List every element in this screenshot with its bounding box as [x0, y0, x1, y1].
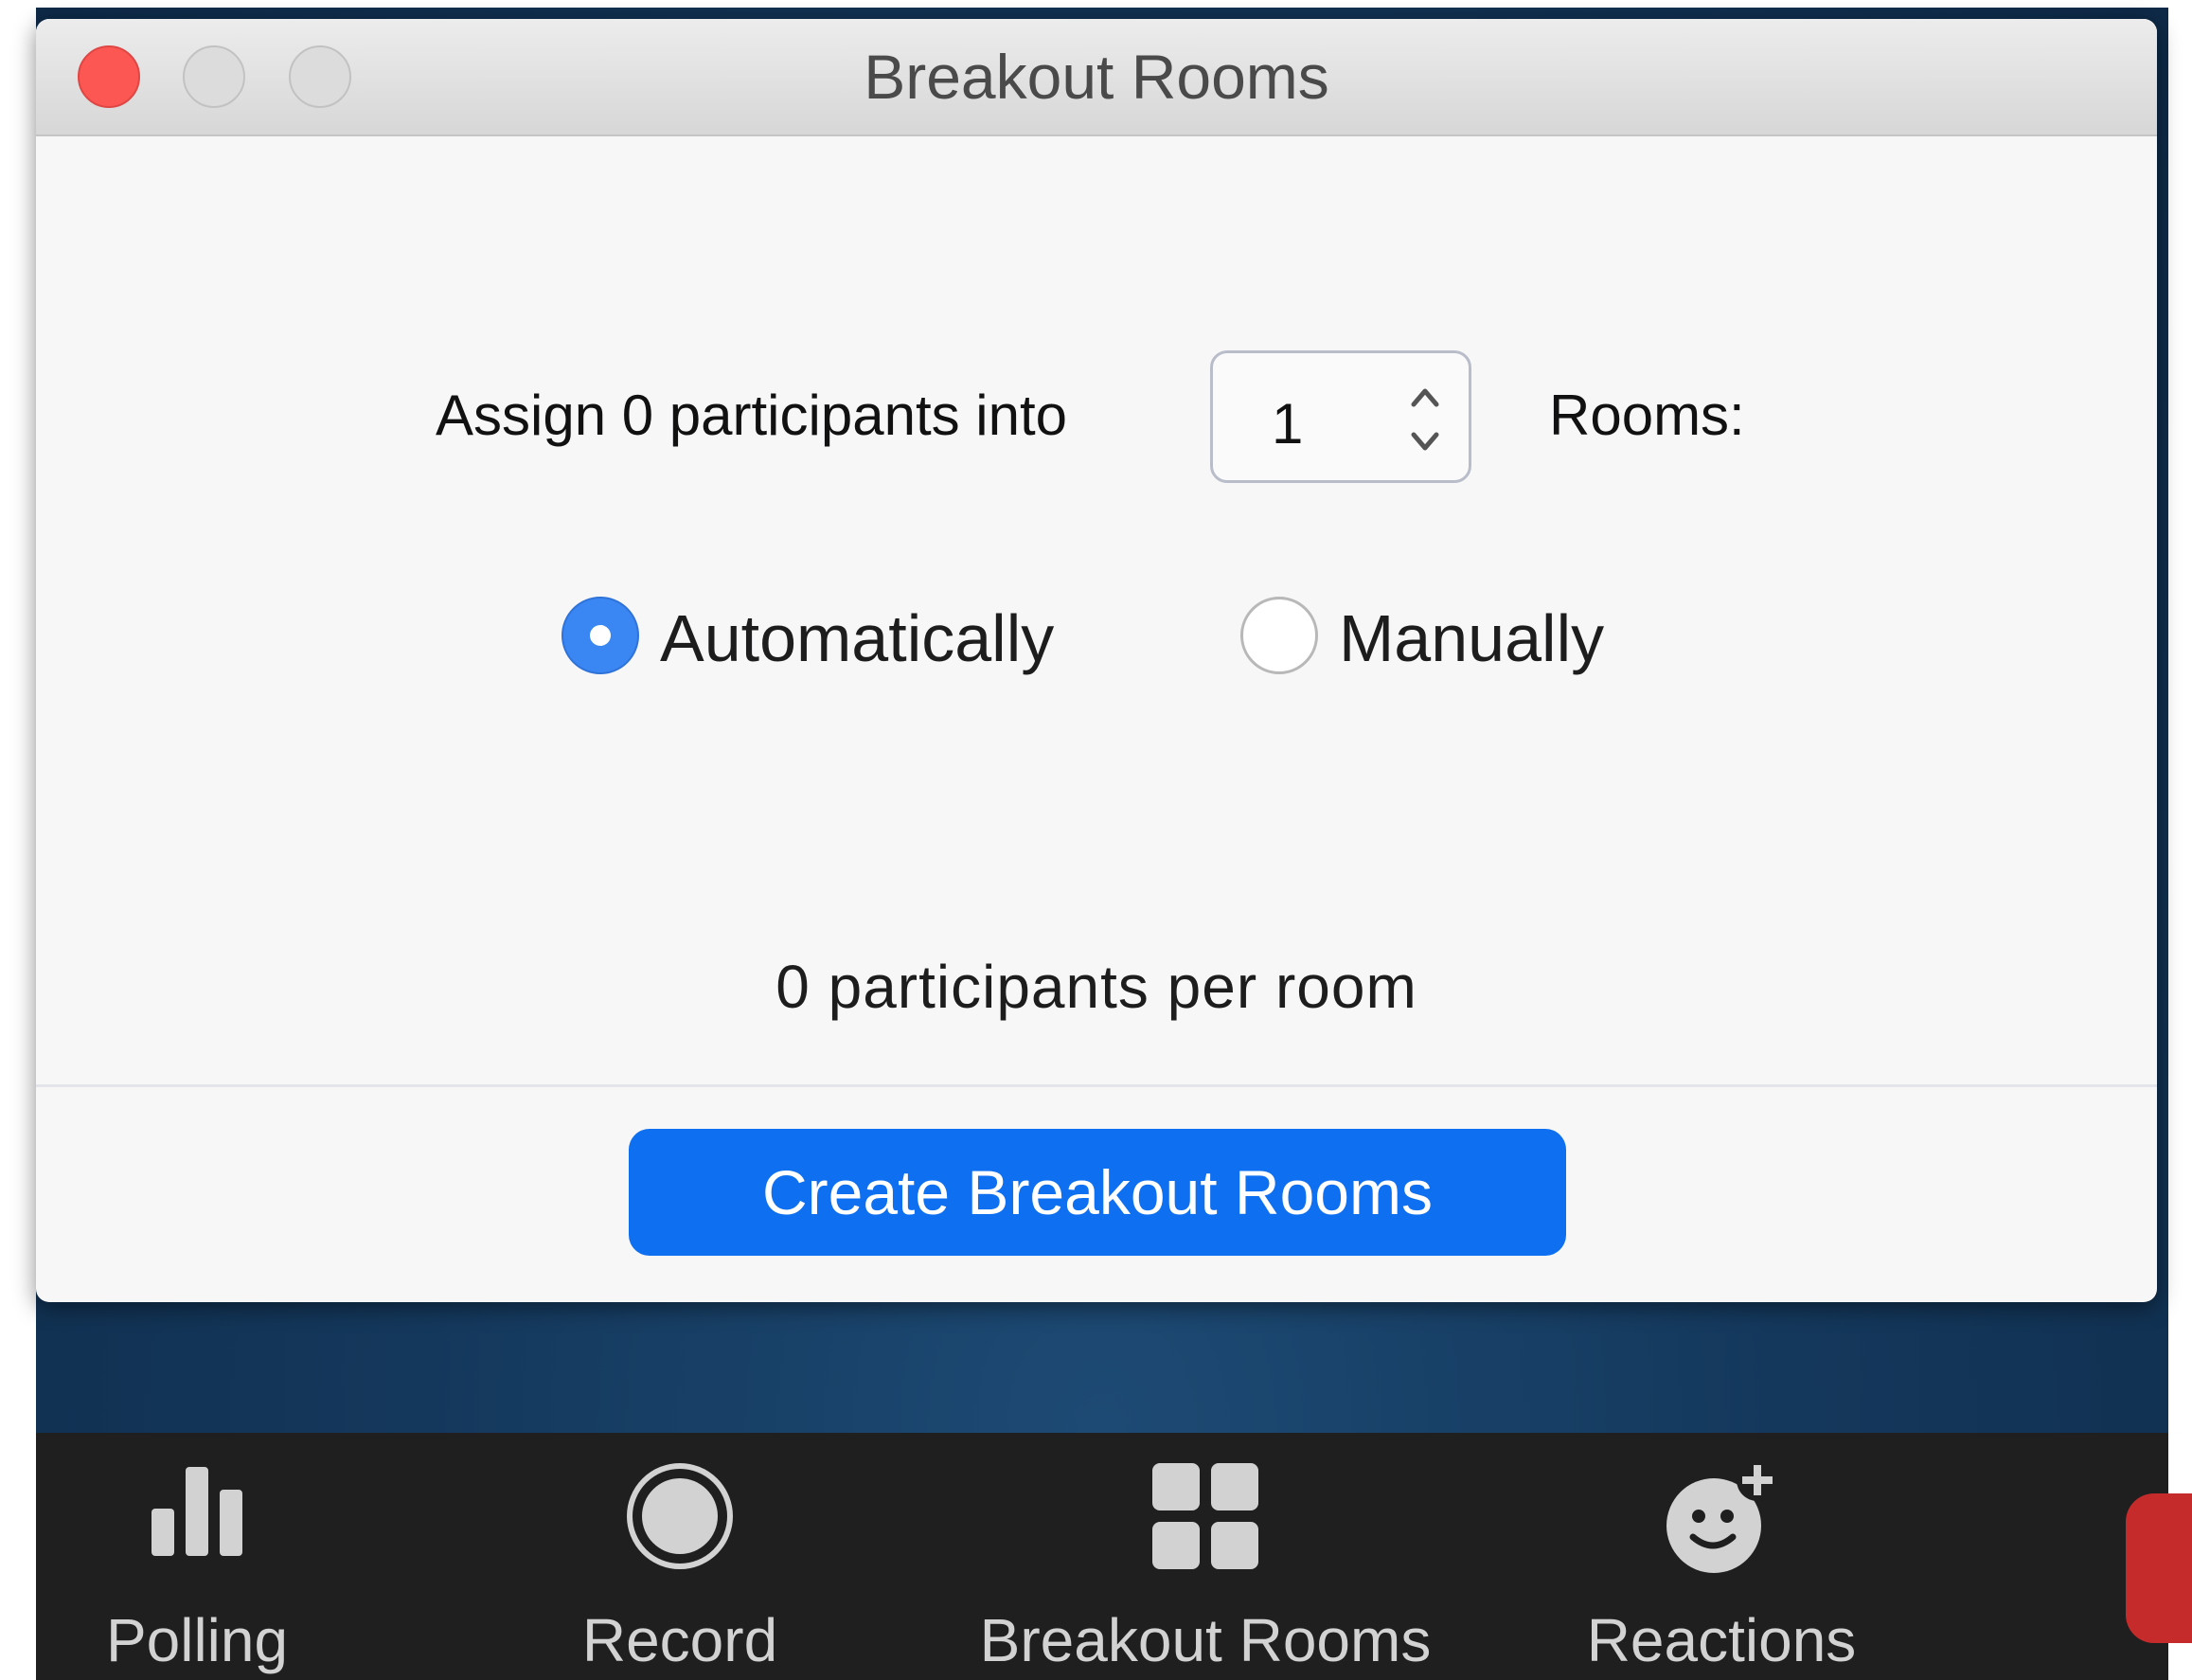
toolbar-label-record[interactable]: Record [538, 1605, 822, 1675]
radio-automatically[interactable]: Automatically [561, 587, 1130, 682]
toolbar-record-button[interactable]: Record [538, 1433, 822, 1680]
radio-manually[interactable]: Manually [1240, 587, 1695, 682]
polling-icon[interactable] [148, 1461, 246, 1560]
toolbar-label-breakout-rooms[interactable]: Breakout Rooms [926, 1605, 1485, 1675]
toolbar-reactions-button[interactable]: Reactions [1542, 1433, 1901, 1680]
assignment-mode-group: Automatically Manually [36, 587, 2157, 682]
radio-label-manually[interactable]: Manually [1339, 600, 1604, 676]
toolbar-polling-button[interactable]: Polling [93, 1433, 301, 1680]
radio-label-automatically[interactable]: Automatically [660, 600, 1054, 676]
radio-unselected-icon[interactable] [1240, 597, 1318, 674]
assign-row: Assign 0 participants into 1 Rooms: [36, 350, 2157, 483]
window-title: Breakout Rooms [864, 42, 1329, 112]
toolbar-label-reactions[interactable]: Reactions [1542, 1605, 1901, 1675]
assign-label: Assign 0 participants into [436, 384, 1068, 447]
room-count-stepper[interactable]: 1 [1210, 350, 1471, 483]
reactions-icon[interactable] [1663, 1461, 1780, 1579]
breakout-rooms-dialog: Breakout Rooms Assign 0 participants int… [36, 19, 2157, 1302]
room-count-value[interactable]: 1 [1272, 391, 1303, 456]
stepper-arrows-icon[interactable] [1406, 380, 1444, 459]
title-bar: Breakout Rooms [36, 19, 2157, 136]
create-breakout-rooms-button[interactable]: Create Breakout Rooms [629, 1129, 1566, 1256]
end-meeting-button[interactable] [2126, 1493, 2192, 1643]
record-icon[interactable] [625, 1461, 735, 1571]
radio-selected-icon[interactable] [561, 597, 639, 674]
meeting-toolbar: Polling Record Breakout Rooms Reactions [36, 1433, 2168, 1680]
participants-per-room-text: 0 participants per room [775, 953, 1417, 1021]
toolbar-breakout-rooms-button[interactable]: Breakout Rooms [926, 1433, 1485, 1680]
toolbar-label-polling[interactable]: Polling [93, 1605, 301, 1675]
breakout-rooms-icon[interactable] [1150, 1461, 1260, 1571]
footer-divider [36, 1084, 2157, 1087]
rooms-label: Rooms: [1549, 384, 1745, 447]
